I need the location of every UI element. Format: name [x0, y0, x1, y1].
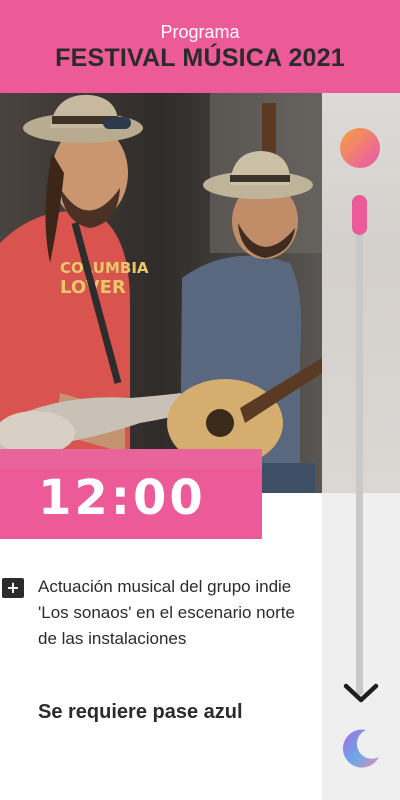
expand-button[interactable]: + — [2, 578, 24, 598]
header-subtitle: Programa — [160, 22, 240, 42]
event-description: Actuación musical del grupo indie 'Los s… — [38, 577, 295, 648]
event-time: 12:00 — [38, 470, 206, 526]
header-bar: Programa FESTIVAL MÚSICA 2021 — [0, 0, 400, 93]
pass-requirement: Se requiere pase azul — [38, 701, 243, 723]
moon-icon[interactable] — [340, 727, 382, 769]
time-banner-band — [0, 449, 262, 469]
scroll-thumb[interactable] — [352, 195, 367, 235]
scroll-down-arrow-icon[interactable] — [341, 681, 381, 707]
shirt-print-line1: COLUMBIA — [60, 259, 149, 277]
page-title: FESTIVAL MÚSICA 2021 — [55, 44, 345, 72]
sun-icon[interactable] — [340, 128, 380, 168]
event-photo: COLUMBIA LOVER — [0, 93, 322, 493]
timeline-rail — [322, 93, 400, 800]
scroll-track[interactable] — [356, 199, 363, 695]
